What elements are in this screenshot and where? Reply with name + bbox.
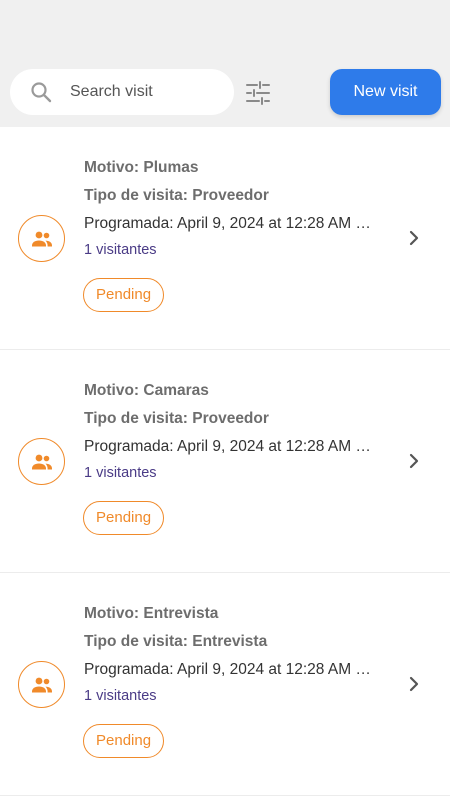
new-visit-button[interactable]: New visit — [330, 69, 441, 115]
status-badge: Pending — [83, 278, 165, 312]
visitor-count: 1 visitantes — [84, 465, 157, 481]
chevron-right-icon[interactable] — [404, 451, 424, 471]
visit-tipo: Tipo de visita: Proveedor — [84, 187, 269, 204]
status-badge: Pending — [83, 724, 165, 758]
visit-tipo: Tipo de visita: Entrevista — [84, 633, 268, 650]
chevron-right-icon[interactable] — [404, 228, 424, 248]
visitor-avatar — [18, 661, 65, 708]
search-bar[interactable] — [10, 69, 234, 115]
search-input[interactable] — [70, 69, 220, 115]
visit-list: Motivo: Plumas Tipo de visita: Proveedor… — [0, 127, 450, 796]
people-icon — [31, 454, 52, 469]
people-icon — [31, 677, 52, 692]
visit-tipo: Tipo de visita: Proveedor — [84, 410, 269, 427]
visitor-avatar — [18, 215, 65, 262]
visit-card[interactable]: Motivo: Plumas Tipo de visita: Proveedor… — [0, 127, 450, 350]
visitor-avatar — [18, 438, 65, 485]
filter-sliders-icon[interactable] — [245, 80, 271, 106]
visit-motivo: Motivo: Camaras — [84, 382, 209, 399]
visitor-count: 1 visitantes — [84, 688, 157, 704]
visit-motivo: Motivo: Entrevista — [84, 605, 219, 622]
status-badge: Pending — [83, 501, 165, 535]
visit-schedule: Programada: April 9, 2024 at 12:28 AM C.… — [84, 661, 376, 678]
chevron-right-icon[interactable] — [404, 674, 424, 694]
people-icon — [31, 231, 52, 246]
visitor-count: 1 visitantes — [84, 242, 157, 258]
search-icon — [31, 82, 52, 103]
visit-card[interactable]: Motivo: Camaras Tipo de visita: Proveedo… — [0, 350, 450, 573]
visit-schedule: Programada: April 9, 2024 at 12:28 AM C.… — [84, 438, 376, 455]
visit-motivo: Motivo: Plumas — [84, 159, 199, 176]
visit-card[interactable]: Motivo: Entrevista Tipo de visita: Entre… — [0, 573, 450, 796]
visit-schedule: Programada: April 9, 2024 at 12:28 AM C.… — [84, 215, 376, 232]
